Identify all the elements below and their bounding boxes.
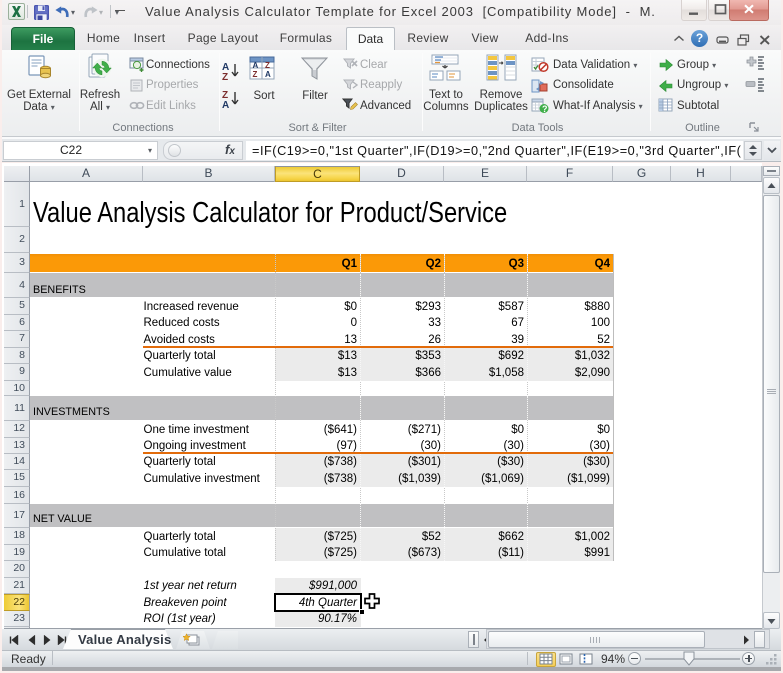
svg-text:A: A <box>222 100 229 109</box>
svg-text:Z: Z <box>265 61 270 70</box>
svg-text:A: A <box>265 70 271 79</box>
svg-text:Z: Z <box>222 72 228 81</box>
svg-text:?: ? <box>542 104 548 114</box>
svg-text:A: A <box>253 61 259 70</box>
svg-text:Z: Z <box>253 70 258 79</box>
